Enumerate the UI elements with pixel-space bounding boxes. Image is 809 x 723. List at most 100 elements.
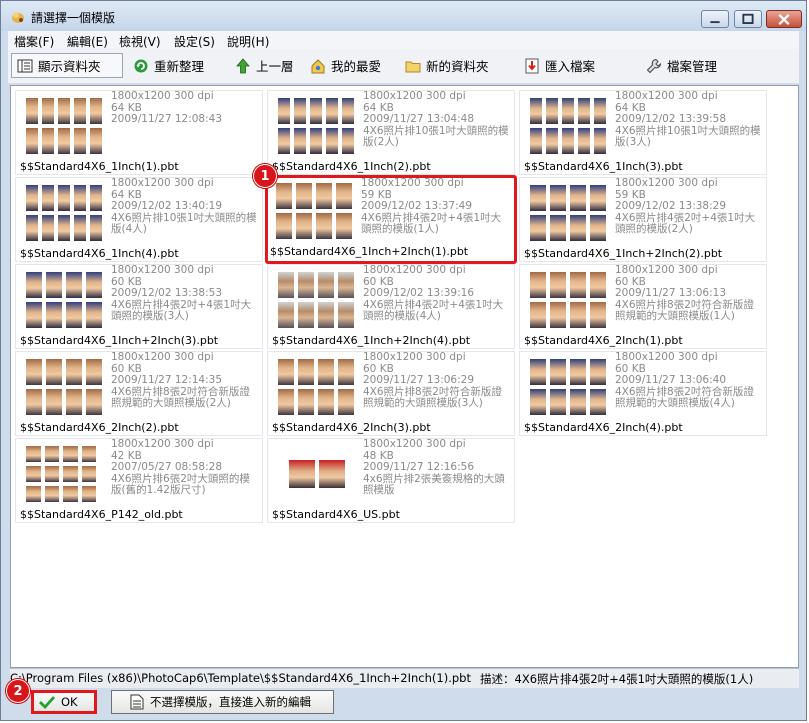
tile-description: 4X6照片排10張1吋大頭照的模版(4人) — [111, 211, 257, 235]
menu-help[interactable]: 說明(H) — [227, 33, 269, 50]
template-tile[interactable]: 1800x1200 300 dpi 60 KB 2009/11/27 13:06:1… — [519, 264, 767, 349]
template-thumbnail — [25, 271, 103, 329]
import-icon — [525, 58, 539, 73]
import-file-button[interactable]: 匯入檔案 — [524, 53, 595, 78]
tile-date: 2007/05/27 08:58:28 — [111, 461, 223, 473]
template-tile[interactable]: 1800x1200 300 dpi 60 KB 2009/11/27 13:06:2… — [267, 351, 515, 436]
tile-resolution: 1800x1200 300 dpi — [615, 264, 718, 276]
tile-filename: $$Standard4X6_1Inch(3).pbt — [524, 160, 683, 173]
tile-filename: $$Standard4X6_1Inch+2Inch(4).pbt — [272, 334, 471, 347]
rearrange-label: 重新整理 — [154, 59, 205, 74]
show-folder-label: 顯示資料夾 — [38, 59, 101, 74]
show-folder-button[interactable]: 顯示資料夾 — [11, 53, 123, 78]
up-level-button[interactable]: 上一層 — [235, 53, 294, 78]
close-icon — [778, 13, 790, 26]
template-tile[interactable]: 1800x1200 300 dpi 64 KB 2009/11/27 12:08:4… — [15, 90, 263, 175]
tile-filename: $$Standard4X6_P142_old.pbt — [20, 508, 183, 521]
tile-description: 4X6照片排4張2吋+4張1吋大頭照的模版(2人) — [615, 211, 756, 235]
tile-description: 4X6照片排8張2吋符合新版證照規範的大頭照模版(2人) — [111, 385, 250, 409]
close-button[interactable] — [766, 10, 802, 28]
up-level-label: 上一層 — [256, 59, 294, 74]
tile-description: 4X6照片排4張2吋+4張1吋大頭照的模版(4人) — [363, 298, 504, 322]
favorites-button[interactable]: 我的最愛 — [310, 53, 381, 78]
template-tile[interactable]: 1800x1200 300 dpi 64 KB 2009/12/02 13:40:1… — [15, 177, 263, 262]
tile-resolution: 1800x1200 300 dpi — [111, 351, 214, 363]
tile-filename: $$Standard4X6_2Inch(1).pbt — [524, 334, 683, 347]
template-thumbnail — [25, 445, 97, 503]
file-manager-button[interactable]: 檔案管理 — [646, 53, 717, 78]
template-thumbnail — [529, 184, 607, 242]
tile-filename: $$Standard4X6_US.pbt — [272, 508, 400, 521]
status-bar: C:\Program Files (x86)\PhotoCap6\Templat… — [10, 668, 799, 688]
no-template-button[interactable]: 不選擇模版，直接進入新的編輯 — [111, 690, 334, 714]
template-tile[interactable]: 1800x1200 300 dpi 64 KB 2009/11/27 13:04:4… — [267, 90, 515, 175]
status-path: C:\Program Files (x86)\PhotoCap6\Templat… — [10, 671, 471, 685]
tile-filename: $$Standard4X6_2Inch(2).pbt — [20, 421, 179, 434]
wrench-icon — [646, 58, 662, 73]
template-dialog: 請選擇一個模版 檔案(F) 編輯(E) 檢視(V) 設定(S) 說明(H) 顯示… — [0, 0, 807, 721]
template-tile[interactable]: 1800x1200 300 dpi 60 KB 2009/11/27 13:06:4… — [519, 351, 767, 436]
template-tile[interactable]: 1800x1200 300 dpi 60 KB 2009/12/02 13:38:5… — [15, 264, 263, 349]
toolbar: 顯示資料夾 重新整理 上一層 我的最愛 新的資料夾 匯入檔案 檔案管理 — [8, 49, 799, 84]
refresh-icon — [134, 59, 148, 72]
tile-resolution: 1800x1200 300 dpi — [615, 90, 718, 102]
template-thumbnail — [25, 358, 103, 416]
tile-date: 2009/12/02 13:38:29 — [615, 200, 727, 212]
app-icon — [12, 12, 24, 23]
tile-date: 2009/12/02 13:38:53 — [111, 287, 223, 299]
checkmark-icon — [39, 696, 55, 709]
ok-label: OK — [61, 695, 78, 709]
up-arrow-icon — [236, 57, 250, 73]
menu-settings[interactable]: 設定(S) — [174, 33, 215, 50]
tile-resolution: 1800x1200 300 dpi — [363, 264, 466, 276]
template-tile-selected[interactable]: 1800x1200 300 dpi 59 KB 2009/12/02 13:37:4… — [265, 175, 517, 264]
tile-description: 4X6照片排8張2吋符合新版證照規範的大頭照模版(3人) — [363, 385, 502, 409]
template-thumbnail — [25, 97, 103, 155]
maximize-button[interactable] — [734, 10, 762, 28]
template-tile[interactable]: 1800x1200 300 dpi 60 KB 2009/12/02 13:39:1… — [267, 264, 515, 349]
tile-resolution: 1800x1200 300 dpi — [111, 438, 214, 450]
template-thumbnail — [277, 358, 355, 416]
status-description: 描述：4X6照片排4張2吋+4張1吋大頭照的模版(1人) — [480, 672, 754, 686]
tile-filename: $$Standard4X6_2Inch(4).pbt — [524, 421, 683, 434]
tile-filename: $$Standard4X6_1Inch(2).pbt — [272, 160, 431, 173]
tile-filename: $$Standard4X6_1Inch+2Inch(1).pbt — [270, 245, 469, 258]
template-tile[interactable]: 1800x1200 300 dpi 42 KB 2007/05/27 08:58:2… — [15, 438, 263, 523]
menu-edit[interactable]: 編輯(E) — [67, 33, 108, 50]
tile-resolution: 1800x1200 300 dpi — [363, 351, 466, 363]
menu-file[interactable]: 檔案(F) — [14, 33, 54, 50]
tile-resolution: 1800x1200 300 dpi — [615, 351, 718, 363]
tile-filename: $$Standard4X6_2Inch(3).pbt — [272, 421, 431, 434]
menu-view[interactable]: 檢視(V) — [119, 33, 161, 50]
tile-resolution: 1800x1200 300 dpi — [111, 264, 214, 276]
window-title: 請選擇一個模版 — [31, 11, 116, 25]
ok-button[interactable]: OK — [31, 690, 97, 714]
tile-filename: $$Standard4X6_1Inch(4).pbt — [20, 247, 179, 260]
tile-date: 2009/12/02 13:37:49 — [361, 200, 473, 212]
tile-resolution: 1800x1200 300 dpi — [363, 438, 466, 450]
template-tile[interactable]: 1800x1200 300 dpi 48 KB 2009/11/27 12:16:5… — [267, 438, 515, 523]
tile-date: 2009/12/02 13:39:58 — [615, 113, 727, 125]
favorites-label: 我的最愛 — [331, 59, 382, 74]
tile-date: 2009/11/27 12:08:43 — [111, 113, 223, 125]
favorites-icon — [311, 58, 325, 73]
minimize-button[interactable] — [701, 10, 729, 28]
tile-date: 2009/12/02 13:39:16 — [363, 287, 475, 299]
new-folder-label: 新的資料夾 — [426, 59, 489, 74]
tile-description: 4X6照片排10張1吋大頭照的模版(2人) — [363, 124, 509, 148]
template-thumbnail — [529, 97, 607, 155]
annotation-marker-2: 2 — [6, 679, 30, 703]
new-folder-button[interactable]: 新的資料夾 — [405, 53, 489, 78]
tile-resolution: 1800x1200 300 dpi — [111, 177, 214, 189]
template-tile[interactable]: 1800x1200 300 dpi 64 KB 2009/12/02 13:39:5… — [519, 90, 767, 175]
tile-description: 4x6照片排2張美簽規格的大頭照模版 — [363, 472, 505, 496]
rearrange-button[interactable]: 重新整理 — [133, 53, 204, 78]
tile-resolution: 1800x1200 300 dpi — [363, 90, 466, 102]
template-thumbnail — [275, 182, 353, 240]
tile-description: 4X6照片排4張2吋+4張1吋大頭照的模版(3人) — [111, 298, 252, 322]
import-file-label: 匯入檔案 — [545, 59, 596, 74]
template-tile[interactable]: 1800x1200 300 dpi 59 KB 2009/12/02 13:38:2… — [519, 177, 767, 262]
template-tile[interactable]: 1800x1200 300 dpi 60 KB 2009/11/27 12:14:3… — [15, 351, 263, 436]
minimize-icon — [710, 21, 720, 24]
tile-date: 2009/11/27 13:06:29 — [363, 374, 475, 386]
